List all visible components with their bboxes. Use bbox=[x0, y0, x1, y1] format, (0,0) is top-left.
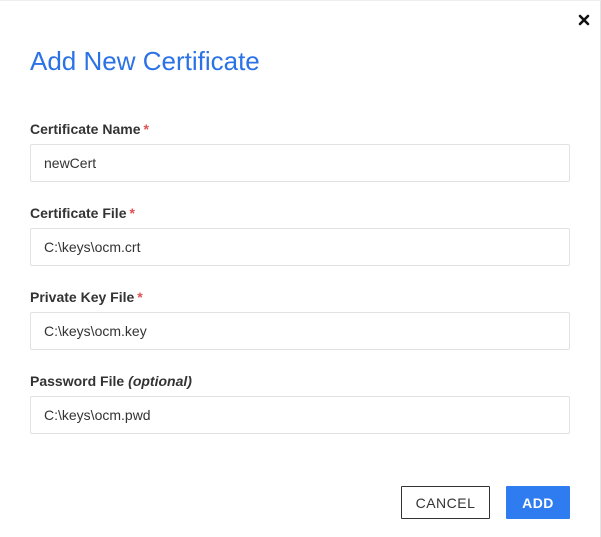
password-file-label-text: Password File bbox=[30, 373, 125, 389]
certificate-file-input[interactable] bbox=[30, 228, 570, 266]
private-key-file-input[interactable] bbox=[30, 312, 570, 350]
cancel-button[interactable]: CANCEL bbox=[401, 486, 490, 519]
certificate-name-input[interactable] bbox=[30, 144, 570, 182]
certificate-file-label-text: Certificate File bbox=[30, 205, 127, 221]
required-mark: * bbox=[143, 121, 149, 137]
private-key-file-label-text: Private Key File bbox=[30, 289, 135, 305]
add-certificate-dialog: Add New Certificate Certificate Name* Ce… bbox=[0, 0, 601, 537]
close-icon bbox=[578, 14, 590, 26]
close-button[interactable] bbox=[577, 13, 591, 27]
certificate-name-label: Certificate Name * bbox=[30, 120, 149, 138]
certificate-name-label-text: Certificate Name bbox=[30, 121, 141, 137]
required-mark: * bbox=[137, 289, 143, 305]
dialog-title: Add New Certificate bbox=[30, 46, 260, 76]
certificate-file-label: Certificate File * bbox=[30, 204, 135, 222]
password-file-input[interactable] bbox=[30, 396, 570, 434]
private-key-file-label: Private Key File * bbox=[30, 288, 143, 306]
optional-note: (optional) bbox=[128, 373, 192, 389]
add-button[interactable]: ADD bbox=[506, 486, 570, 519]
required-mark: * bbox=[129, 205, 135, 221]
password-file-label: Password File (optional) bbox=[30, 372, 192, 390]
